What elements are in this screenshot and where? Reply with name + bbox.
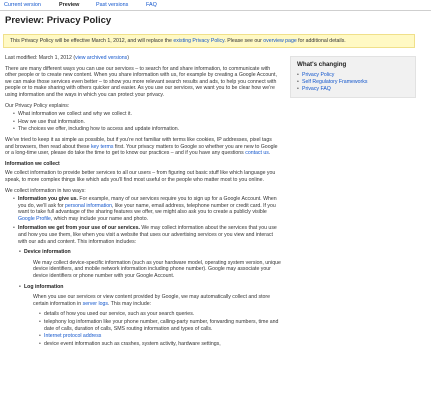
personal-information-link[interactable]: personal information	[65, 203, 112, 209]
tab-faq[interactable]: FAQ	[146, 1, 157, 10]
tab-current-version[interactable]: Current version	[4, 1, 41, 10]
sidebar-list: Privacy Policy Self Regulatory Framework…	[297, 72, 409, 93]
list-item: The choices we offer, including how to a…	[13, 126, 281, 133]
google-profile-link[interactable]: Google Profile	[18, 216, 51, 222]
list-item: Internet protocol address	[39, 333, 281, 340]
item-text: , which may include your name and photo.	[50, 215, 149, 222]
list-item: details of how you used our service, suc…	[39, 311, 281, 318]
list-item: What information we collect and why we c…	[13, 111, 281, 118]
key-terms-paragraph: We’ve tried to keep it as simple as poss…	[5, 137, 281, 157]
notice-text: . Please see our	[224, 38, 264, 44]
notice-text: for additional details.	[296, 38, 346, 44]
tab-bar: Current version Preview Past versions FA…	[0, 0, 431, 11]
log-info-heading: Log information	[19, 284, 281, 291]
explains-list: What information we collect and why we c…	[13, 111, 281, 133]
self-regulatory-frameworks-link[interactable]: Self Regulatory Frameworks	[302, 79, 367, 85]
list-item: device event information such as crashes…	[39, 341, 281, 348]
explains-paragraph: Our Privacy Policy explains:	[5, 102, 70, 109]
list-item: Information you give us. For example, ma…	[13, 196, 281, 222]
paragraph-text: When you use our services or view conten…	[33, 294, 271, 307]
log-info-paragraph: When you use our services or view conten…	[19, 294, 281, 307]
device-info-paragraph: We may collect device-specific informati…	[33, 259, 281, 280]
tab-past-versions[interactable]: Past versions	[96, 1, 128, 10]
log-details-list: details of how you used our service, suc…	[25, 311, 281, 347]
device-info-block: Device information We may collect device…	[5, 249, 281, 347]
device-info-heading: Device information	[19, 249, 281, 256]
last-modified-text: Last modified: March 1, 2012 (	[5, 55, 76, 61]
intro-paragraph: There are many different ways you can us…	[5, 65, 277, 98]
paragraph-text: .	[268, 150, 271, 157]
server-logs-link[interactable]: server logs	[83, 301, 108, 307]
sidebar-title: What's changing	[297, 61, 347, 68]
list-item: Information we get from your use of our …	[13, 225, 281, 245]
existing-policy-link[interactable]: existing Privacy Policy	[173, 38, 224, 44]
last-modified-end: )	[127, 55, 129, 61]
whats-changing-sidebar: What's changing Privacy Policy Self Regu…	[290, 56, 416, 98]
policy-content: Last modified: March 1, 2012 (view archi…	[5, 55, 281, 351]
item-title: Information we get from your use of our …	[18, 225, 140, 232]
contact-us-link[interactable]: contact us	[245, 150, 269, 156]
tab-preview[interactable]: Preview	[59, 1, 79, 10]
device-list: Device information	[19, 249, 281, 256]
privacy-policy-link[interactable]: Privacy Policy	[302, 72, 334, 78]
collect-paragraph: We collect information to provide better…	[5, 170, 276, 183]
item-title: Information you give us.	[18, 196, 78, 203]
privacy-faq-link[interactable]: Privacy FAQ	[302, 86, 331, 92]
sidebar-item-frameworks: Self Regulatory Frameworks	[297, 79, 409, 86]
archived-versions-link[interactable]: view archived versions	[75, 55, 127, 61]
two-ways-paragraph: We collect information in two ways:	[5, 187, 86, 194]
section-heading: Information we collect	[5, 160, 60, 167]
list-item: telephony log information like your phon…	[39, 319, 281, 332]
notice-banner: This Privacy Policy will be effective Ma…	[3, 34, 415, 48]
list-item: How we use that information.	[13, 119, 281, 126]
paragraph-text: . This may include:	[107, 300, 152, 307]
key-terms-link[interactable]: key terms	[91, 144, 113, 150]
notice-text: This Privacy Policy will be effective Ma…	[10, 38, 174, 44]
sidebar-item-faq: Privacy FAQ	[297, 86, 409, 93]
overview-page-link[interactable]: overview page	[263, 38, 296, 44]
log-list: Log information	[19, 284, 281, 291]
internet-protocol-link[interactable]: Internet protocol address	[44, 333, 101, 339]
sidebar-item-privacy-policy: Privacy Policy	[297, 72, 409, 79]
page-title: Preview: Privacy Policy	[5, 15, 112, 26]
collect-list: Information you give us. For example, ma…	[13, 196, 281, 245]
last-modified: Last modified: March 1, 2012 (view archi…	[5, 55, 281, 62]
